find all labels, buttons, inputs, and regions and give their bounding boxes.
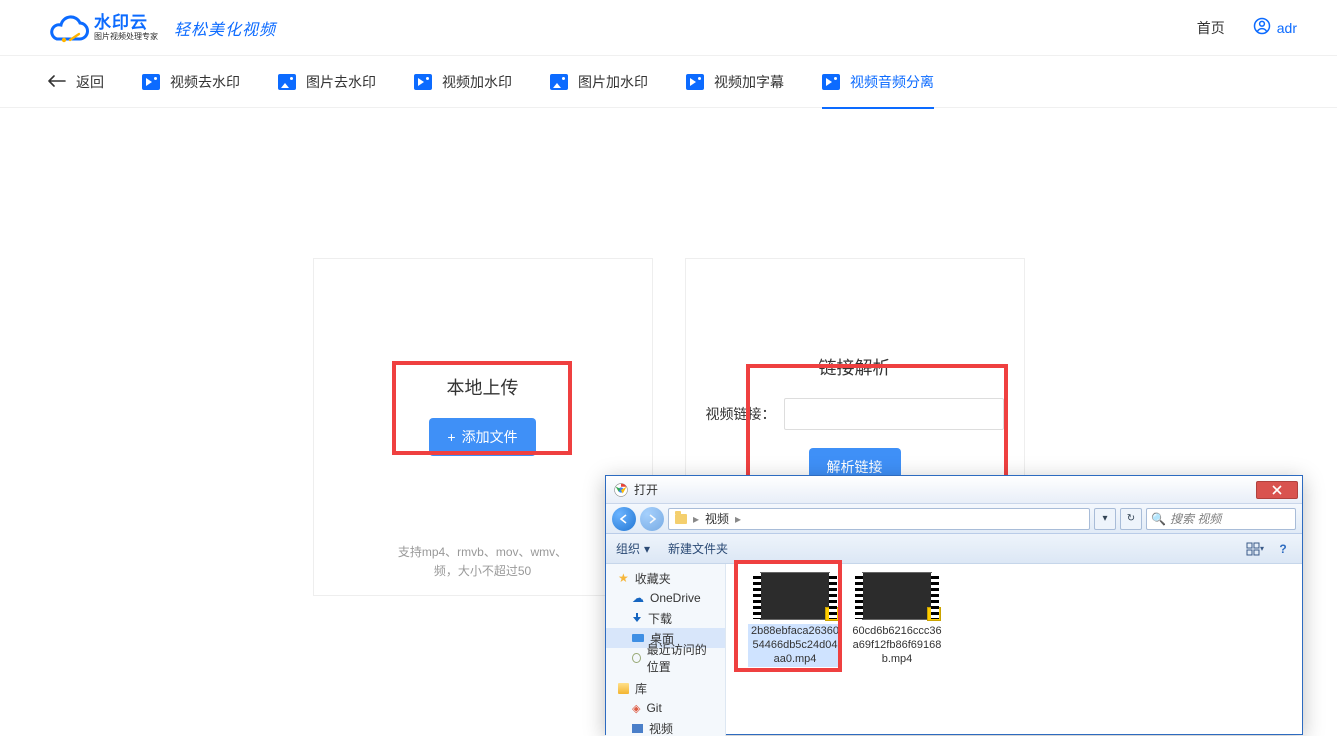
file-list[interactable]: 2b88ebfaca2636054466db5c24d04aa0.mp4 60c… bbox=[726, 564, 1302, 736]
sidebar-favorites[interactable]: ★收藏夹 bbox=[606, 568, 725, 588]
cloud-icon: ☁ bbox=[632, 591, 644, 605]
new-folder-button[interactable]: 新建文件夹 bbox=[668, 540, 728, 557]
nav-forward-button[interactable] bbox=[640, 507, 664, 531]
upload-card: 本地上传 添加文件 支持mp4、rmvb、mov、wmv、 频，大小不超过50 bbox=[313, 258, 653, 596]
sidebar-videos[interactable]: 视频 bbox=[606, 718, 725, 736]
tab-image-add-watermark[interactable]: 图片加水印 bbox=[550, 56, 648, 108]
nav-home[interactable]: 首页 bbox=[1197, 18, 1225, 38]
add-file-button[interactable]: 添加文件 bbox=[429, 418, 535, 456]
view-button[interactable]: ▾ bbox=[1246, 540, 1264, 558]
file-item[interactable]: 2b88ebfaca2636054466db5c24d04aa0.mp4 bbox=[748, 572, 842, 667]
search-input[interactable]: 🔍 搜索 视频 bbox=[1146, 508, 1296, 530]
image-icon bbox=[278, 74, 296, 90]
video-icon bbox=[414, 74, 432, 90]
tagline: 轻松美化视频 bbox=[174, 16, 276, 40]
tab-video-subtitle[interactable]: 视频加字幕 bbox=[686, 56, 784, 108]
sidebar-git[interactable]: ◈Git bbox=[606, 698, 725, 718]
nav-back-button[interactable] bbox=[612, 507, 636, 531]
address-bar[interactable]: ▸ 视频 ▸ bbox=[668, 508, 1090, 530]
upload-title: 本地上传 bbox=[429, 374, 535, 400]
dialog-body: ★收藏夹 ☁OneDrive 下载 桌面 最近访问的位置 库 ◈Git 视频 2… bbox=[606, 564, 1302, 736]
tab-video-add-watermark[interactable]: 视频加水印 bbox=[414, 56, 512, 108]
chevron-down-icon: ▾ bbox=[644, 542, 650, 556]
app-header: 水印云 图片视频处理专家 轻松美化视频 首页 adr bbox=[0, 0, 1337, 56]
tab-video-audio-split[interactable]: 视频音频分离 bbox=[822, 56, 934, 108]
library-icon bbox=[618, 683, 629, 694]
brand-subtitle: 图片视频处理专家 bbox=[94, 33, 158, 41]
dialog-sidebar: ★收藏夹 ☁OneDrive 下载 桌面 最近访问的位置 库 ◈Git 视频 bbox=[606, 564, 726, 736]
cloud-icon bbox=[48, 13, 90, 43]
sidebar-recent[interactable]: 最近访问的位置 bbox=[606, 648, 725, 668]
breadcrumb-sep: ▸ bbox=[693, 512, 699, 526]
link-label: 视频链接： bbox=[706, 404, 776, 424]
file-item[interactable]: 60cd6b6216ccc36a69f12fb86f69168b.mp4 bbox=[850, 572, 944, 667]
user-label: adr bbox=[1277, 20, 1297, 36]
organize-menu[interactable]: 组织 ▾ bbox=[616, 540, 650, 557]
video-thumbnail bbox=[862, 572, 932, 620]
user-icon bbox=[1253, 17, 1271, 38]
help-button[interactable]: ? bbox=[1274, 540, 1292, 558]
logo[interactable]: 水印云 图片视频处理专家 bbox=[48, 13, 158, 43]
video-link-input[interactable] bbox=[784, 398, 1004, 430]
sidebar-libraries[interactable]: 库 bbox=[606, 678, 725, 698]
desktop-icon bbox=[632, 634, 644, 642]
star-icon: ★ bbox=[618, 571, 629, 585]
format-badge bbox=[927, 607, 941, 621]
image-icon bbox=[550, 74, 568, 90]
refresh-button[interactable]: ▾ bbox=[1094, 508, 1116, 530]
back-button[interactable]: 返回 bbox=[48, 72, 104, 92]
sidebar-onedrive[interactable]: ☁OneDrive bbox=[606, 588, 725, 608]
format-badge bbox=[825, 607, 839, 621]
link-title: 链接解析 bbox=[706, 354, 1004, 380]
breadcrumb-current[interactable]: 视频 bbox=[705, 510, 729, 527]
close-button[interactable] bbox=[1256, 481, 1298, 499]
arrow-left-icon bbox=[48, 74, 66, 90]
search-icon: 🔍 bbox=[1151, 512, 1166, 526]
file-open-dialog: 打开 ▸ 视频 ▸ ▾ ↻ 🔍 搜索 视频 组织 ▾ 新建文件夹 bbox=[605, 475, 1303, 735]
clock-icon bbox=[632, 653, 641, 663]
video-icon bbox=[632, 724, 643, 733]
video-icon bbox=[822, 74, 840, 90]
chrome-icon bbox=[614, 483, 628, 497]
dialog-command-bar: 组织 ▾ 新建文件夹 ▾ ? bbox=[606, 534, 1302, 564]
user-menu[interactable]: adr bbox=[1253, 17, 1297, 38]
dialog-navbar: ▸ 视频 ▸ ▾ ↻ 🔍 搜索 视频 bbox=[606, 504, 1302, 534]
video-icon bbox=[686, 74, 704, 90]
git-icon: ◈ bbox=[632, 702, 640, 715]
video-thumbnail bbox=[760, 572, 830, 620]
tool-tabs: 返回 视频去水印 图片去水印 视频加水印 图片加水印 视频加字幕 视频音频分离 bbox=[0, 56, 1337, 108]
brand-name: 水印云 bbox=[94, 14, 158, 31]
dialog-title: 打开 bbox=[634, 481, 658, 498]
breadcrumb-sep: ▸ bbox=[735, 512, 741, 526]
file-name: 2b88ebfaca2636054466db5c24d04aa0.mp4 bbox=[748, 624, 842, 667]
video-icon bbox=[142, 74, 160, 90]
file-name: 60cd6b6216ccc36a69f12fb86f69168b.mp4 bbox=[850, 624, 944, 667]
upload-hint: 支持mp4、rmvb、mov、wmv、 频，大小不超过50 bbox=[398, 543, 567, 585]
download-icon bbox=[632, 613, 642, 623]
tab-image-remove-watermark[interactable]: 图片去水印 bbox=[278, 56, 376, 108]
back-label: 返回 bbox=[76, 72, 104, 92]
sidebar-downloads[interactable]: 下载 bbox=[606, 608, 725, 628]
dialog-titlebar[interactable]: 打开 bbox=[606, 476, 1302, 504]
folder-icon bbox=[675, 514, 687, 524]
refresh-button[interactable]: ↻ bbox=[1120, 508, 1142, 530]
tab-video-remove-watermark[interactable]: 视频去水印 bbox=[142, 56, 240, 108]
